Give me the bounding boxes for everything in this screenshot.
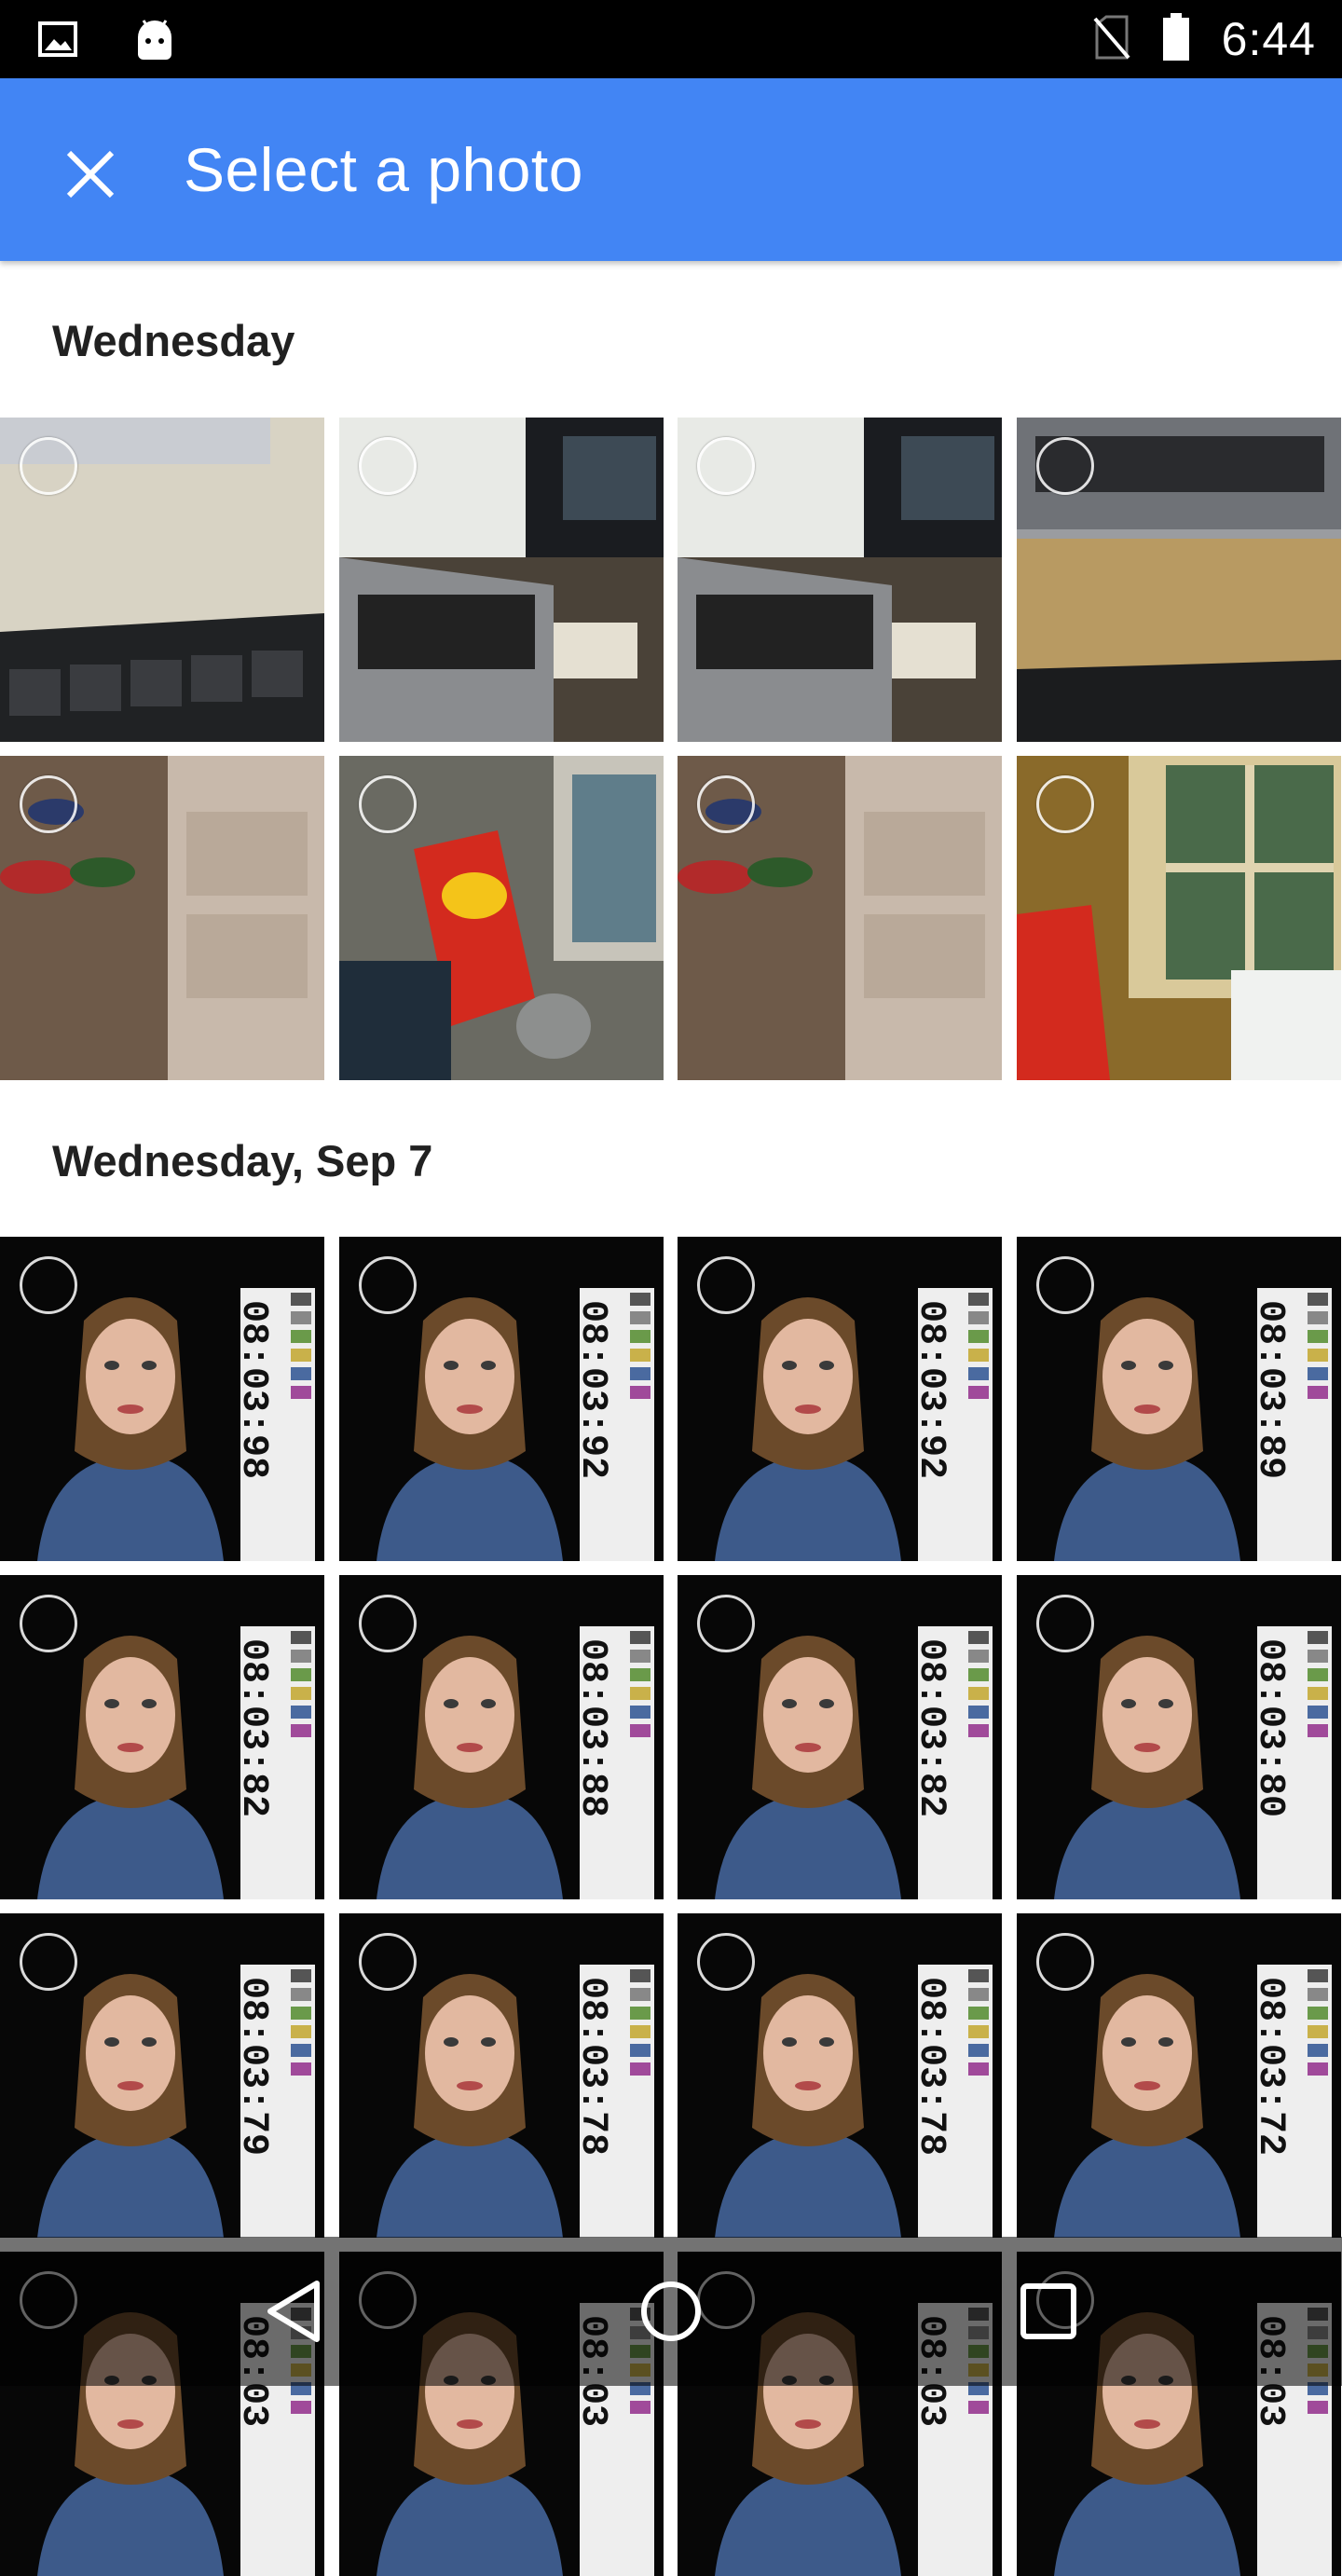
recents-button[interactable]	[993, 2265, 1104, 2358]
photo-thumbnail[interactable]: 08:03:98	[0, 1237, 324, 1561]
page-title: Select a photo	[184, 135, 583, 204]
select-checkbox[interactable]	[20, 1933, 77, 1991]
select-checkbox[interactable]	[1036, 437, 1094, 495]
photo-thumbnail[interactable]	[678, 418, 1002, 742]
svg-text:08:03:78: 08:03:78	[910, 1977, 952, 2156]
android-icon	[134, 17, 175, 66]
select-checkbox[interactable]	[359, 1595, 417, 1652]
svg-text:08:03:79: 08:03:79	[232, 1977, 274, 2156]
svg-text:08:03:78: 08:03:78	[571, 1977, 613, 2156]
photo-thumbnail[interactable]	[1017, 756, 1341, 1080]
svg-text:08:03:80: 08:03:80	[1249, 1638, 1291, 1817]
photo-thumbnail[interactable]	[339, 756, 664, 1080]
section-header-sep-7: Wednesday, Sep 7	[52, 1136, 433, 1185]
home-button[interactable]	[615, 2265, 727, 2358]
select-checkbox[interactable]	[359, 1933, 417, 1991]
home-icon	[641, 2281, 701, 2341]
back-button[interactable]	[238, 2265, 349, 2358]
no-sim-icon	[1093, 15, 1130, 64]
select-checkbox[interactable]	[697, 775, 755, 833]
clock: 6:44	[1221, 13, 1316, 65]
photo-thumbnail[interactable]: 08:03:82	[678, 1575, 1002, 1899]
svg-text:08:03:89: 08:03:89	[1249, 1300, 1291, 1479]
select-checkbox[interactable]	[20, 1256, 77, 1314]
close-icon	[66, 150, 115, 199]
gallery-icon	[37, 19, 78, 64]
photo-thumbnail[interactable]: 08:03:92	[339, 1237, 664, 1561]
photo-thumbnail[interactable]: 08:03:89	[1017, 1237, 1341, 1561]
photo-thumbnail[interactable]	[339, 418, 664, 742]
svg-text:08:03:98: 08:03:98	[232, 1300, 274, 1479]
select-checkbox[interactable]	[1036, 1933, 1094, 1991]
close-button[interactable]	[48, 132, 132, 216]
select-checkbox[interactable]	[20, 1595, 77, 1652]
photo-thumbnail[interactable]	[0, 756, 324, 1080]
svg-text:08:03:92: 08:03:92	[910, 1300, 952, 1479]
photo-thumbnail[interactable]: 08:03:82	[0, 1575, 324, 1899]
svg-text:08:03:82: 08:03:82	[910, 1638, 952, 1817]
svg-text:08:03:72: 08:03:72	[1249, 1977, 1291, 2156]
photo-thumbnail[interactable]: 08:03:78	[678, 1913, 1002, 2238]
photo-thumbnail[interactable]	[0, 418, 324, 742]
photo-thumbnail[interactable]: 08:03:92	[678, 1237, 1002, 1561]
select-checkbox[interactable]	[697, 1933, 755, 1991]
select-checkbox[interactable]	[697, 437, 755, 495]
recents-icon	[1020, 2283, 1076, 2339]
select-checkbox[interactable]	[1036, 775, 1094, 833]
status-bar: 6:44	[0, 0, 1342, 78]
back-icon	[267, 2281, 320, 2342]
svg-text:08:03:82: 08:03:82	[232, 1638, 274, 1817]
select-checkbox[interactable]	[697, 1595, 755, 1652]
photo-thumbnail[interactable]: 08:03:79	[0, 1913, 324, 2238]
navigation-bar	[0, 2237, 1342, 2386]
photo-thumbnail[interactable]: 08:03:88	[339, 1575, 664, 1899]
section-header-wednesday: Wednesday	[52, 316, 295, 365]
select-checkbox[interactable]	[20, 437, 77, 495]
photo-thumbnail[interactable]: 08:03:78	[339, 1913, 664, 2238]
select-checkbox[interactable]	[697, 1256, 755, 1314]
photo-thumbnail[interactable]	[678, 756, 1002, 1080]
select-checkbox[interactable]	[20, 775, 77, 833]
photo-thumbnail[interactable]: 08:03:80	[1017, 1575, 1341, 1899]
svg-text:08:03:92: 08:03:92	[571, 1300, 613, 1479]
select-checkbox[interactable]	[1036, 1595, 1094, 1652]
photo-thumbnail[interactable]	[1017, 418, 1341, 742]
svg-text:08:03:88: 08:03:88	[571, 1638, 613, 1817]
select-checkbox[interactable]	[359, 1256, 417, 1314]
select-checkbox[interactable]	[359, 437, 417, 495]
app-bar: Select a photo	[0, 78, 1342, 261]
select-checkbox[interactable]	[1036, 1256, 1094, 1314]
select-checkbox[interactable]	[359, 775, 417, 833]
photo-thumbnail[interactable]: 08:03:72	[1017, 1913, 1341, 2238]
battery-icon	[1162, 12, 1190, 66]
